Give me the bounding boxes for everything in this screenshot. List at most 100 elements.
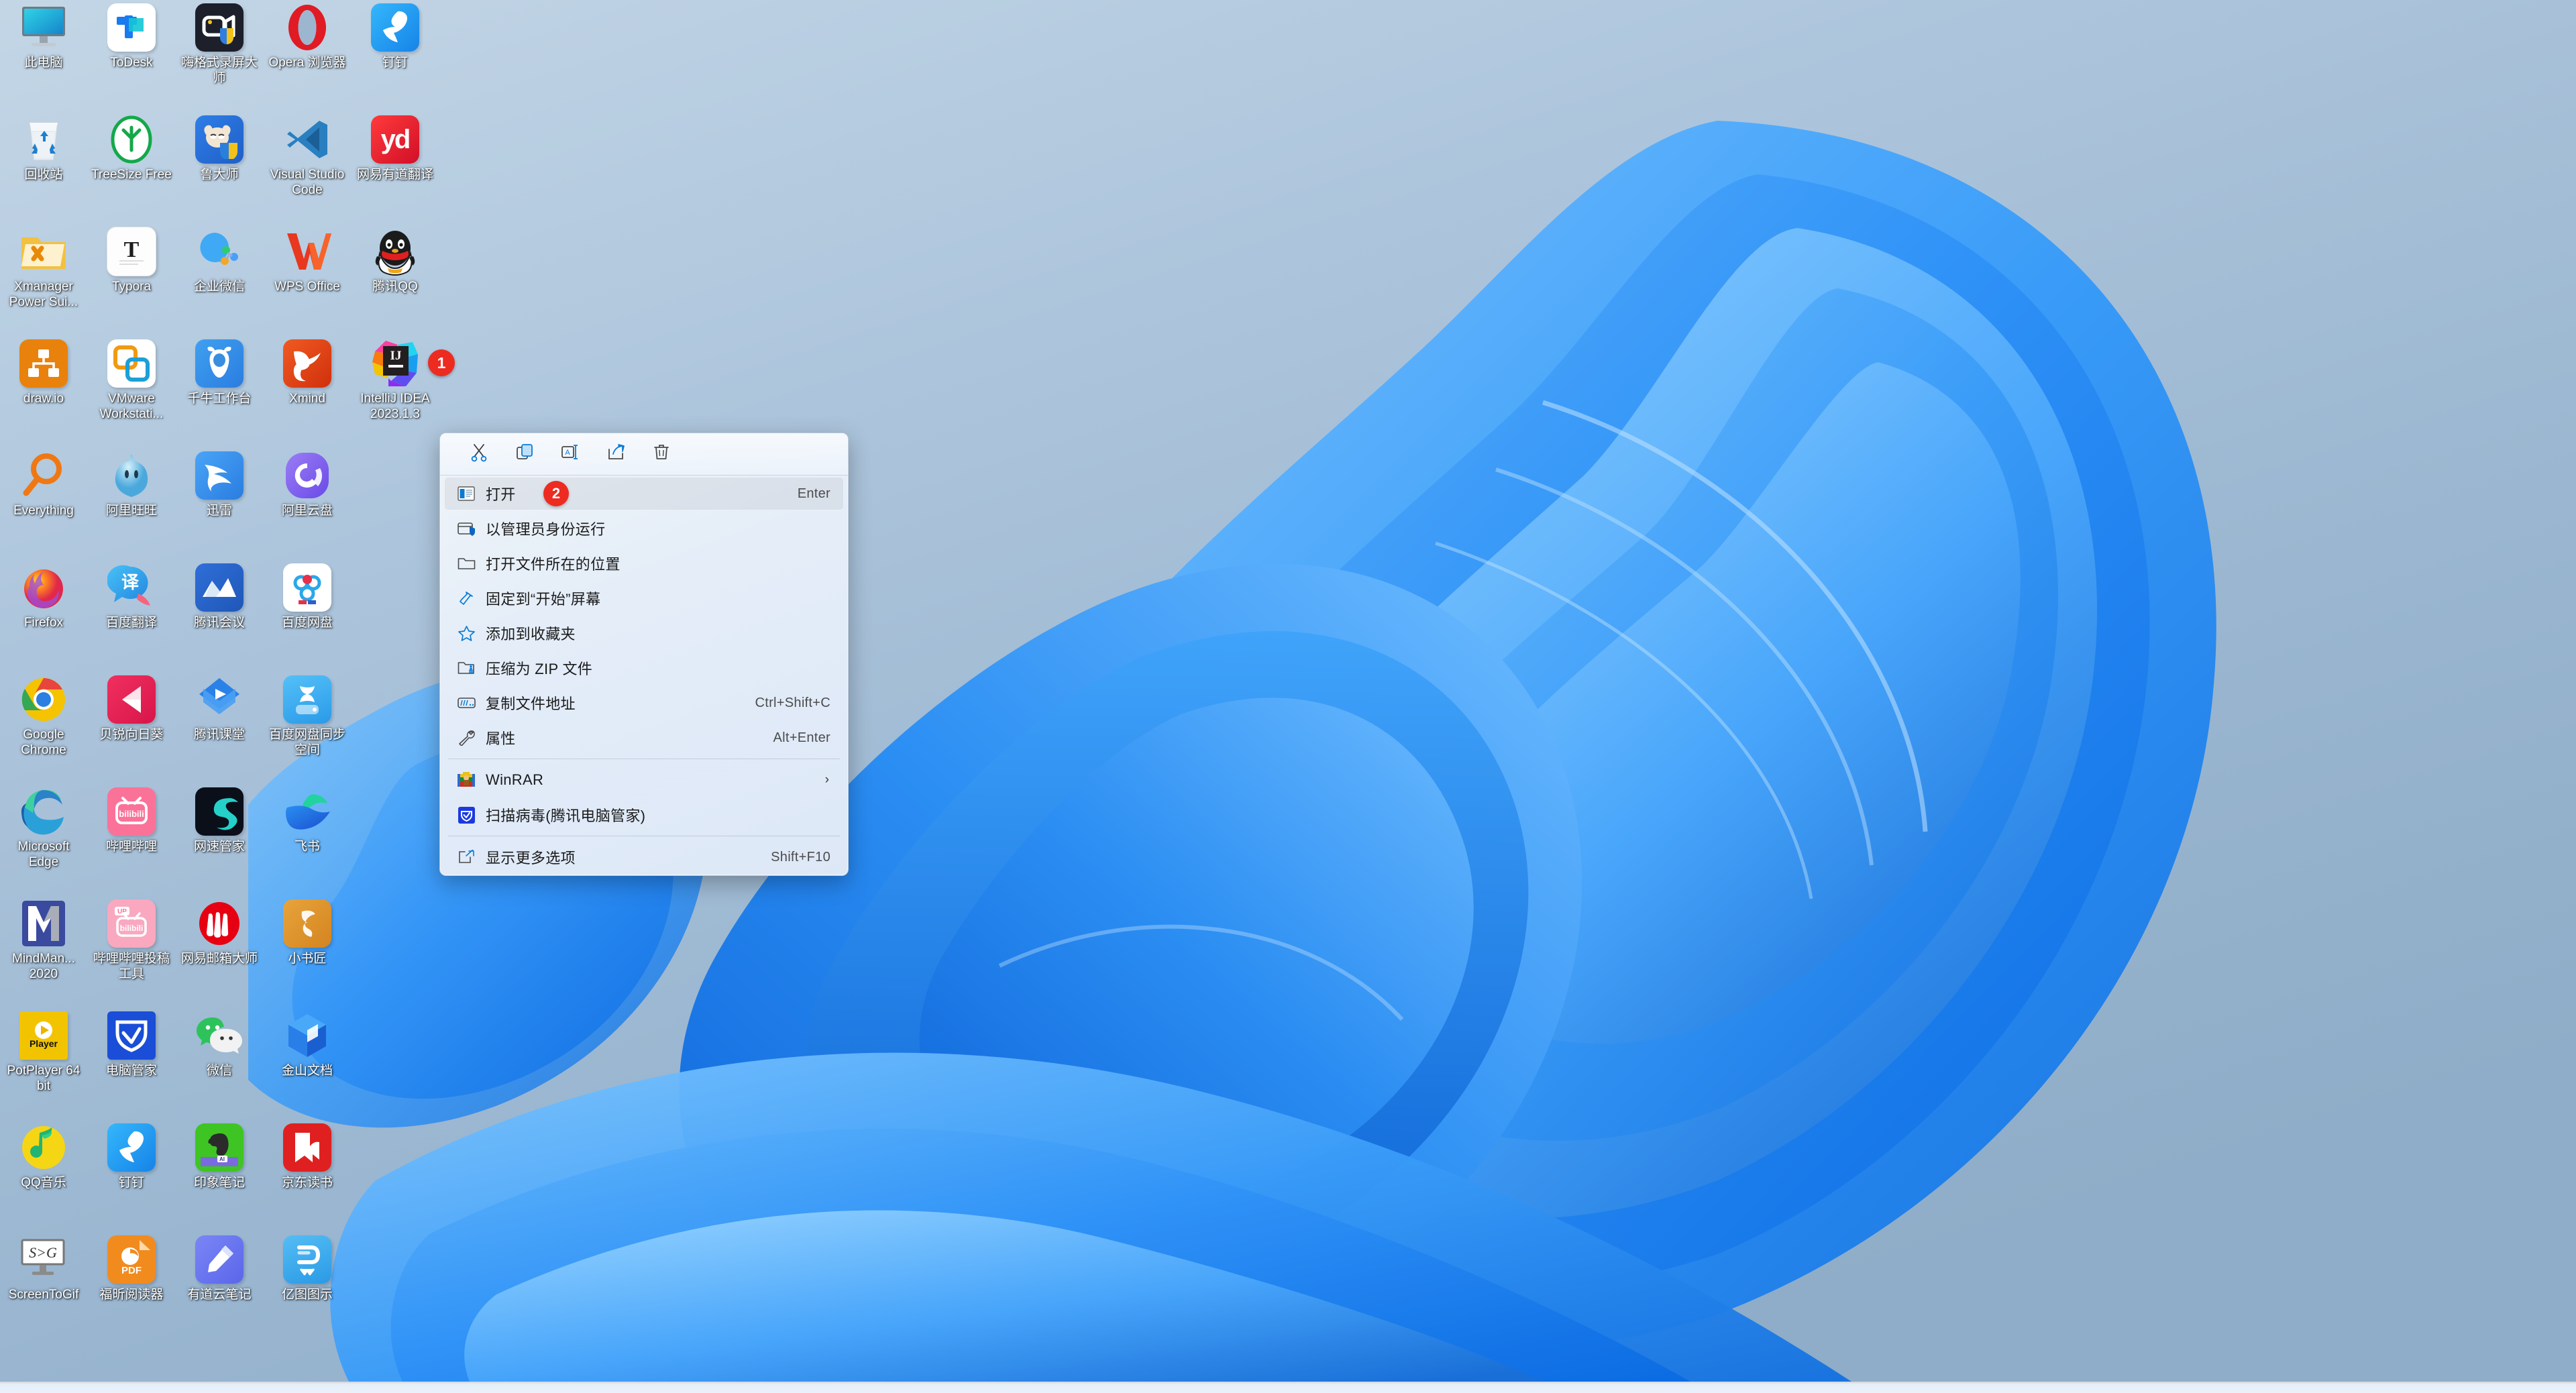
desktop-icon-higeshi-recorder[interactable]: 嗨格式录屏大师	[178, 1, 260, 86]
desktop-icon-label: WPS Office	[274, 280, 340, 294]
recycle-bin-icon	[17, 113, 70, 166]
desktop-icon-screentogif[interactable]: S>G ScreenToGif	[3, 1233, 85, 1302]
desktop-icon-label: 京东读书	[281, 1176, 333, 1190]
desktop-icon-feishu[interactable]: 飞书	[266, 785, 348, 854]
kingsoft-docs-icon	[281, 1009, 333, 1062]
menu-item-winrar[interactable]: WinRAR ›	[444, 763, 844, 797]
desktop-icon-treesize-free[interactable]: TreeSize Free	[91, 113, 172, 182]
desktop-icon-everything[interactable]: Everything	[3, 449, 85, 518]
google-chrome-icon	[17, 673, 70, 726]
desktop-icon-label: 金山文档	[281, 1064, 333, 1078]
tencent-pc-manager-icon	[105, 1009, 158, 1062]
desktop-icon-intellij-idea[interactable]: IJ IntelliJ IDEA 2023.1.3 1	[354, 337, 455, 422]
desktop-icon-label: 嗨格式录屏大师	[180, 56, 258, 85]
everything-icon	[17, 449, 70, 502]
desktop-icon-qianniu[interactable]: 千牛工作台	[178, 337, 260, 406]
mindmanager-icon	[17, 897, 70, 950]
menu-item-star[interactable]: 添加到收藏夹	[444, 616, 844, 650]
desktop-icon-wecom[interactable]: 企业微信	[178, 225, 260, 294]
desktop-icon-qq-music[interactable]: QQ音乐	[3, 1121, 85, 1190]
annotation-badge-2: 2	[543, 481, 569, 506]
desktop-icon-sunlogin[interactable]: 贝锐向日葵	[91, 673, 172, 742]
desktop-icon-xmanager-folder[interactable]: Xmanager Power Sui...	[3, 225, 85, 310]
desktop-icon-edraw-max[interactable]: 亿图图示	[266, 1233, 348, 1302]
desktop-icon-bilibili[interactable]: bilibili 哔哩哔哩	[91, 785, 172, 854]
desktop-icon-label: Google Chrome	[21, 728, 66, 757]
desktop-icon-label: VMware Workstati...	[99, 392, 164, 421]
desktop-icon-this-pc[interactable]: 此电脑	[3, 1, 85, 70]
desktop-icon-aliwangwang[interactable]: 阿里旺旺	[91, 449, 172, 518]
desktop-icon-wechat[interactable]: 微信	[178, 1009, 260, 1078]
edraw-max-icon	[281, 1233, 333, 1286]
menu-item-tencent-shield[interactable]: 扫描病毒(腾讯电脑管家)	[444, 798, 844, 832]
desktop-icon-typora[interactable]: T Typora	[91, 225, 172, 294]
desktop-icon-tencent-pc-manager[interactable]: 电脑管家	[91, 1009, 172, 1078]
desktop-context-menu[interactable]: A 打开 Enter 2 以管理员身份运行打开文件所在的位置 固定到“开始”屏幕 添加到收…	[439, 433, 849, 876]
desktop-icon-kingsoft-docs[interactable]: 金山文档	[266, 1009, 348, 1078]
desktop-icon-label: 腾讯QQ	[372, 280, 418, 294]
desktop-icon-recycle-bin[interactable]: 回收站	[3, 113, 85, 182]
desktop-icon-netease-mail-master[interactable]: 网易邮箱大师	[178, 897, 260, 966]
desktop-icon-mindmanager[interactable]: MindMan... 2020	[3, 897, 85, 982]
menu-item-label: WinRAR	[486, 771, 544, 788]
menu-item-pin[interactable]: 固定到“开始”屏幕	[444, 581, 844, 615]
desktop-icon-google-chrome[interactable]: Google Chrome	[3, 673, 85, 758]
dingtalk-icon	[105, 1121, 158, 1174]
desktop-icon-potplayer[interactable]: Player PotPlayer 64 bit	[3, 1009, 85, 1094]
share-icon	[606, 442, 626, 466]
desktop-icon-xiaoshujiang[interactable]: 小书匠	[266, 897, 348, 966]
desktop-icon-tencent-qq[interactable]: 腾讯QQ	[354, 225, 436, 294]
delete-button[interactable]	[639, 439, 684, 469]
cut-button[interactable]	[456, 439, 502, 469]
menu-item-more-options[interactable]: 显示更多选项 Shift+F10	[444, 840, 844, 874]
desktop-icon-ludashi[interactable]: 鲁大师	[178, 113, 260, 182]
desktop-icon-opera-browser[interactable]: Opera 浏览器	[266, 1, 348, 70]
menu-item-label: 以管理员身份运行	[486, 521, 606, 538]
desktop-icon-firefox[interactable]: Firefox	[3, 561, 85, 630]
menu-item-zip-folder[interactable]: 压缩为 ZIP 文件	[444, 651, 844, 685]
desktop-icon-drawio[interactable]: draw.io	[3, 337, 85, 406]
desktop-icon-evernote[interactable]: AI 印象笔记	[178, 1121, 260, 1190]
desktop-icon-vmware-workstation[interactable]: VMware Workstati...	[91, 337, 172, 422]
desktop-icon-foxit-reader[interactable]: PDF 福昕阅读器	[91, 1233, 172, 1302]
desktop-icon-label: 有道云笔记	[187, 1288, 252, 1302]
desktop-icon-youdao-note[interactable]: 有道云笔记	[178, 1233, 260, 1302]
desktop-icon-label: 网易邮箱大师	[180, 952, 258, 966]
menu-item-open-window[interactable]: 打开 Enter 2	[444, 477, 844, 510]
desktop-icon-youdao-translate[interactable]: yd 网易有道翻译	[354, 113, 436, 182]
svg-text:S>G: S>G	[29, 1244, 57, 1261]
desktop-icon-label: 百度翻译	[105, 616, 157, 630]
desktop-icon-baidu-netdisk-sync[interactable]: 百度网盘同步空间	[266, 673, 348, 758]
evernote-icon: AI	[193, 1121, 246, 1174]
menu-item-shield-admin[interactable]: 以管理员身份运行	[444, 512, 844, 545]
desktop-icon-label: 哔哩哔哩投稿工具	[93, 952, 170, 981]
menu-item-wrench[interactable]: 属性 Alt+Enter	[444, 721, 844, 755]
menu-item-copy-path[interactable]: 复制文件地址 Ctrl+Shift+C	[444, 686, 844, 720]
desktop-icon-bilibili-upload[interactable]: UP bilibili 哔哩哔哩投稿工具	[91, 897, 172, 982]
rename-button[interactable]: A	[547, 439, 593, 469]
desktop-icon-wps-office[interactable]: WPS Office	[266, 225, 348, 294]
desktop-icon-microsoft-edge[interactable]: Microsoft Edge	[3, 785, 85, 870]
desktop-icon-xunlei[interactable]: 迅雷	[178, 449, 260, 518]
desktop-icon-netspeed-manager[interactable]: 网速管家	[178, 785, 260, 854]
desktop-icon-baidu-netdisk[interactable]: 百度网盘	[266, 561, 348, 630]
desktop-icon-vscode[interactable]: Visual Studio Code	[266, 113, 348, 198]
desktop-icon-label: 贝锐向日葵	[99, 728, 164, 742]
sunlogin-icon	[105, 673, 158, 726]
desktop-icon-dingtalk[interactable]: 钉钉	[354, 1, 436, 70]
desktop-icon-aliyun-drive[interactable]: 阿里云盘	[266, 449, 348, 518]
desktop-icon-todesk[interactable]: ToDesk	[91, 1, 172, 70]
desktop-icon-xmind[interactable]: Xmind	[266, 337, 348, 406]
desktop-icon-label: 阿里云盘	[281, 504, 333, 518]
desktop-icon-tencent-meeting[interactable]: 腾讯会议	[178, 561, 260, 630]
desktop-icon-baidu-translate[interactable]: 译百度翻译	[91, 561, 172, 630]
context-menu-toolbar: A	[440, 433, 848, 475]
desktop-icon-tencent-ke[interactable]: 腾讯课堂	[178, 673, 260, 742]
copy-button[interactable]	[502, 439, 547, 469]
desktop-icon-dingtalk[interactable]: 钉钉	[91, 1121, 172, 1190]
desktop-icon-jd-read[interactable]: 京东读书	[266, 1121, 348, 1190]
share-button[interactable]	[593, 439, 639, 469]
potplayer-icon: Player	[17, 1009, 70, 1062]
menu-item-folder[interactable]: 打开文件所在的位置	[444, 547, 844, 580]
svg-text:PDF: PDF	[121, 1265, 142, 1276]
